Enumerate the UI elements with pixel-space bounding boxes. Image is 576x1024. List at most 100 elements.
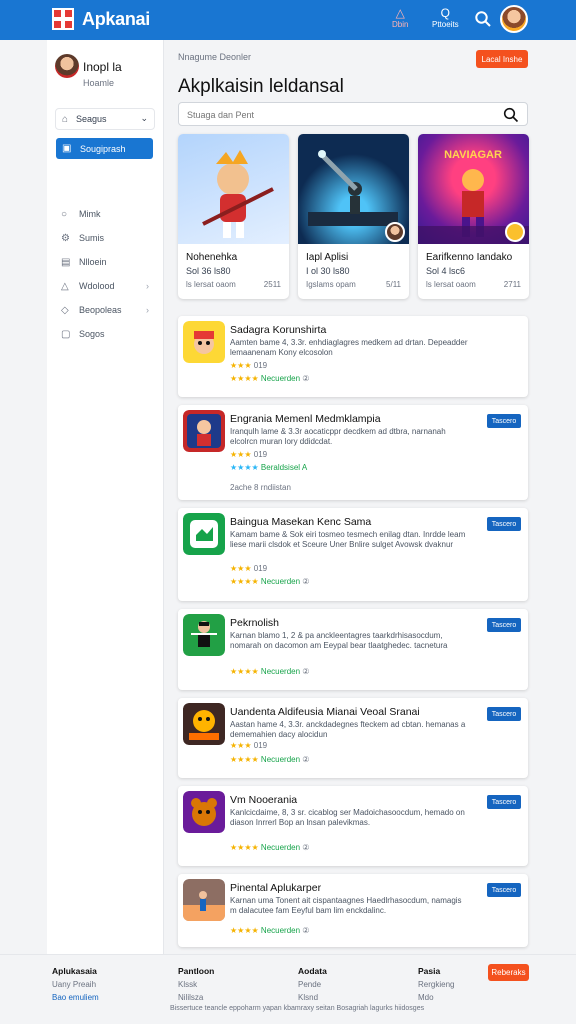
footer-column: Aplukasaia Uany Preaih Bao emuliem: [52, 965, 99, 1004]
app-icon: [183, 321, 225, 363]
app-rating: ★★★★ Necuerden ②: [230, 926, 310, 935]
app-stars: ★★★ 019: [230, 564, 268, 573]
app-title: Baingua Masekan Kenc Sama: [230, 516, 372, 528]
list-item[interactable]: Pekrnolish Karnan blamo 1, 2 & pa anckle…: [178, 609, 528, 690]
footer-heading: Pasia: [418, 966, 441, 976]
get-button[interactable]: Tascero: [487, 618, 521, 632]
app-description: Iranqulh lame & 3.3r aocaticppr decdkem …: [230, 427, 446, 446]
app-description: Aamten bame 4, 3.3r. enhdiaglagres medke…: [230, 338, 468, 357]
app-rating: ★★★★ Necuerden ②: [230, 667, 310, 676]
list-item[interactable]: Vm Nooerania Kanlcicdaime, 8, 3 sr. cica…: [178, 786, 528, 866]
emoji-badge-icon: [505, 222, 525, 242]
sidebar-item-nlloein[interactable]: ▤ Nlloein: [61, 254, 153, 270]
list-item[interactable]: Pinental Aplukarper Karnan uma Tonent ai…: [178, 874, 528, 947]
app-description: Kanlcicdaime, 8, 3 sr. cicablog ser Mado…: [230, 808, 465, 827]
sidebar-item-label: Beopoleas: [79, 305, 122, 315]
search-icon[interactable]: [474, 10, 492, 28]
list-item[interactable]: Sadagra Korunshirta Aamten bame 4, 3.3r.…: [178, 316, 528, 397]
app-rating: ★★★★ Necuerden ②: [230, 577, 310, 586]
app-icon: [183, 614, 225, 656]
app-stars: ★★★ 019: [230, 450, 268, 459]
sidebar-user-name: Inopl la: [83, 60, 122, 74]
square-icon: ▢: [61, 328, 71, 340]
footer-link[interactable]: Uany Preaih: [52, 978, 99, 991]
footer-link[interactable]: Pende: [298, 978, 327, 991]
sidebar-item-active[interactable]: ▣ Sougiprash: [56, 138, 153, 159]
search-bar[interactable]: [178, 102, 528, 126]
tag-icon: ◇: [61, 304, 69, 316]
app-icon: [183, 703, 225, 745]
page-title: Akplkaisin leldansal: [178, 76, 344, 97]
sidebar-item-sogos[interactable]: ▢ Sogos: [61, 326, 153, 342]
sidebar-item-label: Sumis: [79, 233, 105, 243]
chevron-right-icon: ›: [146, 281, 149, 291]
footer-link[interactable]: Klssk: [178, 978, 214, 991]
app-stars: ★★★ 019: [230, 361, 268, 370]
footer-link[interactable]: Rergkieng: [418, 978, 454, 991]
app-icon: [183, 879, 225, 921]
breadcrumb[interactable]: Nnagume Deonler: [178, 52, 251, 62]
app-title: Pinental Aplukarper: [230, 882, 322, 894]
featured-meta: ls lersat oaom: [186, 280, 236, 289]
featured-card[interactable]: NAVIAGAR Earifkenno Iandako Sol 4 lsc6 l…: [418, 134, 529, 299]
get-button[interactable]: Tascero: [487, 414, 521, 428]
footer-link[interactable]: Bao emuliem: [52, 991, 99, 1004]
app-rating: ★★★★ Necuerden ②: [230, 755, 310, 764]
footer-link[interactable]: Klsnd: [298, 991, 327, 1004]
alert-button[interactable]: △ Dbin: [392, 6, 408, 29]
footer-legal-text: Bissertuce teancle eppoharm yapan kbamra…: [170, 1005, 425, 1012]
sidebar-item-label: Wdolood: [79, 281, 115, 291]
footer-column: Pasia Rergkieng Mdo: [418, 965, 454, 1004]
points-button[interactable]: Q Pttoeits: [432, 6, 459, 29]
featured-meta: Igslams opam: [306, 280, 356, 289]
app-brand[interactable]: Apkanai: [82, 9, 150, 30]
footer-heading: Aplukasaia: [52, 966, 97, 976]
app-title: Engrania Memenl Medmklampia: [230, 413, 381, 425]
footer-link[interactable]: Nililsza: [178, 991, 214, 1004]
get-button[interactable]: Tascero: [487, 707, 521, 721]
app-icon: [183, 410, 225, 452]
logo-flag-icon[interactable]: [52, 8, 74, 30]
app-rating: ★★★★ Beraldsisel A: [230, 463, 308, 472]
search-icon[interactable]: [503, 107, 519, 123]
get-button[interactable]: Tascero: [487, 517, 521, 531]
footer-link[interactable]: Mdo: [418, 991, 454, 1004]
user-avatar[interactable]: [500, 5, 528, 33]
featured-subtitle: Sol 4 lsc6: [426, 266, 466, 276]
featured-count: 2711: [503, 280, 521, 289]
footer-column: Aodata Pende Klsnd: [298, 965, 327, 1004]
svg-text:NAVIAGAR: NAVIAGAR: [444, 149, 502, 161]
sidebar-item-sumis[interactable]: ⚙ Sumis: [61, 230, 153, 246]
search-input[interactable]: [187, 107, 487, 123]
chevron-down-icon: ⌄: [140, 113, 148, 123]
game-art-image: [178, 134, 289, 244]
sidebar-item-mimk[interactable]: ○ Mimk: [61, 206, 153, 222]
app-description: Kamam bame & Sok eiri tosmeo tesmech eni…: [230, 530, 466, 549]
list-item[interactable]: Engrania Memenl Medmklampia Iranqulh lam…: [178, 405, 528, 500]
sidebar: Inopl la Hoamle ⌂ Seagus ⌄ ▣ Sougiprash …: [47, 40, 164, 954]
app-title: Sadagra Korunshirta: [230, 324, 327, 336]
featured-count: 2511: [263, 280, 281, 289]
app-title: Pekrnolish: [230, 617, 280, 629]
list-item[interactable]: Baingua Masekan Kenc Sama Kamam bame & S…: [178, 508, 528, 601]
install-button[interactable]: Lacal Inshe: [476, 50, 528, 68]
home-icon: ⌂: [62, 113, 69, 125]
get-button[interactable]: Tascero: [487, 883, 521, 897]
sidebar-category-select[interactable]: ⌂ Seagus ⌄: [55, 108, 155, 130]
get-button[interactable]: Tascero: [487, 795, 521, 809]
footer-action-button[interactable]: Reberaks: [488, 964, 529, 981]
featured-count: 5/11: [386, 280, 401, 289]
sidebar-item-wdolood[interactable]: △ Wdolood ›: [61, 278, 153, 294]
app-icon: [183, 513, 225, 555]
list-item[interactable]: Uandenta Aldifeusia Mianai Veoal Sranai …: [178, 698, 528, 778]
featured-card[interactable]: Nohenehka Sol 36 ls80 ls lersat oaom 251…: [178, 134, 289, 299]
points-icon: Q: [440, 6, 451, 20]
points-label: Pttoeits: [432, 20, 459, 29]
featured-title: Earifkenno Iandako: [426, 252, 513, 263]
featured-title: Nohenehka: [186, 252, 238, 263]
app-extra-info: 2ache 8 rndiistan: [230, 483, 291, 492]
app-title: Uandenta Aldifeusia Mianai Veoal Sranai: [230, 706, 420, 718]
sidebar-item-beopoleas[interactable]: ◇ Beopoleas ›: [61, 302, 153, 318]
creator-avatar: [385, 222, 405, 242]
featured-card[interactable]: Iapl Aplisi I ol 30 ls80 Igslams opam 5/…: [298, 134, 409, 299]
